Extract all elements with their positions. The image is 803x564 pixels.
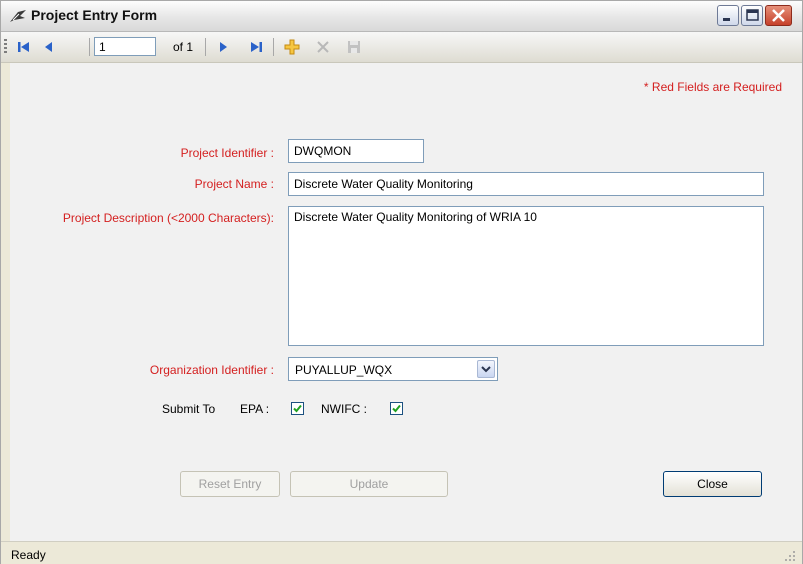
next-record-icon[interactable] [213,37,233,57]
project-entry-window: Project Entry Form of 1 [0,0,803,564]
organization-identifier-label: Organization Identifier : [149,363,274,377]
close-window-button[interactable] [765,5,792,26]
toolbar-separator [205,38,206,56]
toolbar-grip[interactable] [4,39,7,55]
minimize-icon [723,18,730,21]
epa-label: EPA : [240,402,270,416]
nwifc-label: NWIFC : [321,402,367,416]
project-description-label: Project Description (<2000 Characters): [62,211,274,225]
update-button[interactable]: Update [290,471,448,497]
window-title: Project Entry Form [31,7,158,23]
record-position-input[interactable] [94,37,156,56]
project-identifier-label: Project Identifier : [180,146,274,160]
resize-grip-icon[interactable] [784,550,796,562]
status-text: Ready [11,548,46,562]
organization-identifier-value: PUYALLUP_WQX [295,363,393,377]
close-button[interactable]: Close [663,471,762,497]
project-name-label: Project Name : [194,177,274,191]
checkmark-icon [392,404,401,413]
prev-record-icon[interactable] [39,37,59,57]
maximize-button[interactable] [741,5,763,26]
project-name-input[interactable] [288,172,764,196]
navigation-toolbar: of 1 [1,32,802,63]
last-record-icon[interactable] [246,37,266,57]
save-icon[interactable] [344,37,364,57]
record-count-label: of 1 [173,40,194,54]
dropdown-button[interactable] [477,360,495,378]
delete-icon[interactable] [313,37,333,57]
epa-checkbox[interactable] [291,402,304,415]
checkmark-icon [293,404,302,413]
minimize-button[interactable] [717,5,739,26]
chevron-down-icon [481,366,491,373]
form-app-icon [10,10,26,22]
title-bar[interactable]: Project Entry Form [1,1,802,32]
add-new-icon[interactable] [282,37,302,57]
toolbar-separator [89,38,90,56]
organization-identifier-select[interactable]: PUYALLUP_WQX [288,357,498,381]
first-record-icon[interactable] [14,37,34,57]
toolbar-separator [273,38,274,56]
project-identifier-input[interactable] [288,139,424,163]
close-icon [772,9,785,22]
submit-to-label: Submit To [162,402,216,416]
required-fields-note: * Red Fields are Required [643,80,782,94]
maximize-icon [746,9,759,21]
nwifc-checkbox[interactable] [390,402,403,415]
reset-entry-button[interactable]: Reset Entry [180,471,280,497]
status-bar: Ready [1,541,802,564]
project-description-textarea[interactable]: Discrete Water Quality Monitoring of WRI… [288,206,764,346]
